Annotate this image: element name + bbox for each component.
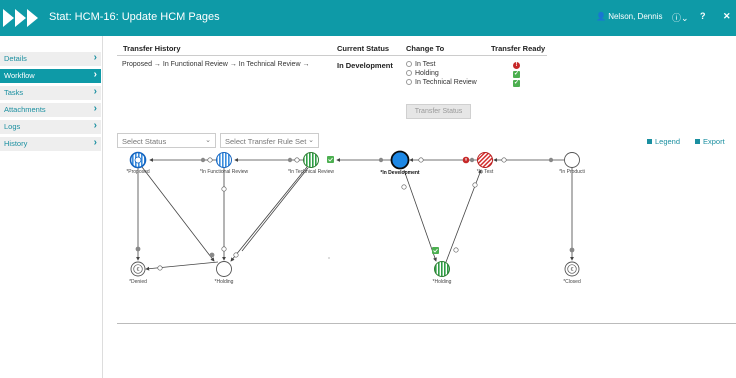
node-in-technical-review[interactable]: *In Technical Review xyxy=(288,152,334,176)
node-holding-development[interactable]: *Holding xyxy=(433,261,452,286)
node-in-production[interactable]: *In Producti xyxy=(559,152,585,176)
node-holding-shape[interactable] xyxy=(216,261,232,277)
edge-handle[interactable] xyxy=(221,186,227,192)
node-label: *Denied xyxy=(129,279,147,285)
edge-handle[interactable] xyxy=(294,157,300,163)
node-label: *Proposed xyxy=(126,169,150,175)
node-label: *In Test xyxy=(477,169,494,175)
edge-handle[interactable] xyxy=(472,182,478,188)
workflow-graph: *Proposed *In Functional Review *In Tech… xyxy=(126,150,585,286)
graph-bottom-divider xyxy=(117,323,736,324)
ready-check-icon xyxy=(432,247,439,254)
edge-handle[interactable] xyxy=(200,157,206,163)
node-technical-shape[interactable] xyxy=(303,152,319,168)
node-proposed[interactable]: *Proposed xyxy=(126,151,150,176)
edge-handle[interactable] xyxy=(157,265,163,271)
node-label: *Holding xyxy=(433,279,452,285)
node-holding[interactable]: *Holding xyxy=(215,261,234,286)
node-label: *In Producti xyxy=(559,169,585,175)
node-label: *In Technical Review xyxy=(288,169,334,175)
node-functional-shape[interactable] xyxy=(216,152,232,168)
node-closed[interactable]: € *Closed xyxy=(563,261,581,285)
node-development-shape[interactable] xyxy=(390,150,410,170)
edge xyxy=(403,169,437,262)
node-in-test[interactable]: *In Test xyxy=(477,152,494,176)
edge-handle[interactable] xyxy=(378,157,384,163)
node-label: *In Development xyxy=(380,170,420,176)
node-label: *Holding xyxy=(215,279,234,285)
node-in-development[interactable]: *In Development xyxy=(380,150,420,177)
edge-handle[interactable] xyxy=(469,157,475,163)
end-state-glyph: € xyxy=(571,267,574,273)
node-denied[interactable]: € *Denied xyxy=(129,261,147,285)
graph-edges xyxy=(136,158,574,271)
node-test-shape[interactable] xyxy=(477,152,493,168)
edge xyxy=(145,261,219,271)
graph-nodes: *Proposed *In Functional Review *In Tech… xyxy=(126,150,585,286)
edge-handle[interactable] xyxy=(233,252,239,258)
end-state-glyph: € xyxy=(137,267,140,273)
edge-handle[interactable] xyxy=(221,246,227,252)
edge-handle[interactable] xyxy=(209,252,215,258)
node-label: *Closed xyxy=(563,279,581,285)
not-ready-mark xyxy=(465,158,467,161)
edge-handle[interactable] xyxy=(453,247,459,253)
node-production-shape[interactable] xyxy=(564,152,580,168)
edge-handle xyxy=(328,257,330,259)
edge-handle[interactable] xyxy=(418,157,424,163)
edge-handle[interactable] xyxy=(135,246,141,252)
edge-handle[interactable] xyxy=(569,247,575,253)
node-proposed-core xyxy=(134,156,142,164)
edge xyxy=(141,166,215,262)
edge-handle[interactable] xyxy=(287,157,293,163)
node-label: *In Functional Review xyxy=(200,169,249,175)
edge xyxy=(230,166,308,262)
edge-handle[interactable] xyxy=(207,157,213,163)
node-in-functional-review[interactable]: *In Functional Review xyxy=(200,152,249,176)
node-holding-dev-shape[interactable] xyxy=(434,261,450,277)
edge-handle[interactable] xyxy=(501,157,507,163)
edge-handle[interactable] xyxy=(548,157,554,163)
edge-handle[interactable] xyxy=(401,184,407,190)
ready-check-icon xyxy=(327,156,334,163)
edge xyxy=(241,167,309,252)
